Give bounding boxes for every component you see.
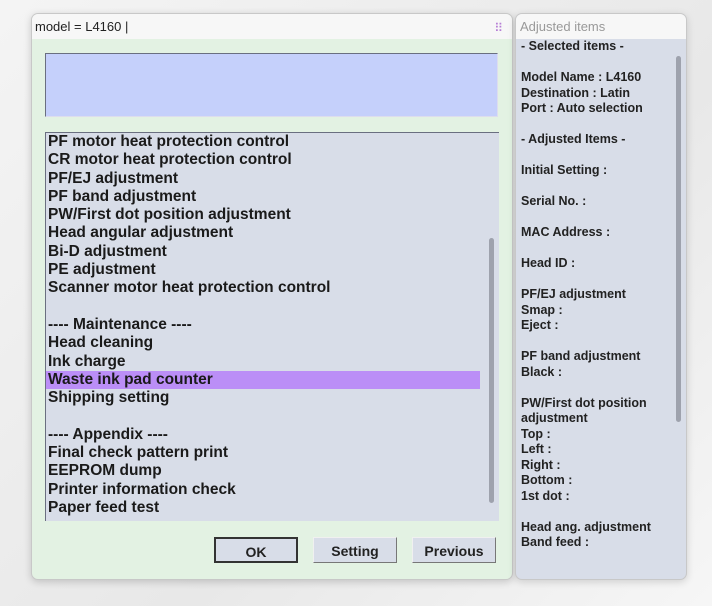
panel-line: Eject : [521,318,559,332]
panel-line: Top : [521,426,551,441]
panel-line: Right : [521,457,561,472]
ok-button[interactable]: OK [214,537,298,563]
panel-line [521,148,651,164]
previous-button[interactable]: Previous [412,537,496,563]
list-item[interactable]: PF motor heat protection control [46,133,478,151]
panel-line: MAC Address : [521,225,611,239]
list-item[interactable]: Bi-D adjustment [46,243,478,261]
panel-line: PF band adjustment [521,349,641,363]
panel-line [521,55,651,71]
panel-line: - Adjusted Items - [521,132,626,146]
list-item[interactable]: PF band adjustment [46,188,478,206]
list-item[interactable]: Scanner motor heat protection control [46,279,478,297]
list-item[interactable]: Head angular adjustment [46,224,478,242]
list-item[interactable]: PE adjustment [46,261,478,279]
window-title: model = L4160 | [35,19,129,34]
panel-line [521,179,651,195]
adjusted-items-panel: Adjusted items - Selected items - Model N… [515,13,687,580]
panel-line: - Selected items - [521,39,624,53]
panel-line [521,272,651,288]
list-item: ---- Maintenance ---- [48,315,192,333]
panel-line: Port : Auto selection [521,101,643,115]
panel-line: Black : [521,364,562,379]
list-item: ---- Appendix ---- [48,425,168,443]
list-item[interactable]: CR motor heat protection control [46,151,478,169]
panel-line: Smap : [521,302,563,317]
panel-line [521,117,651,133]
list-item[interactable]: Waste ink pad counter [46,370,480,390]
panel-line: Model Name : L4160 [521,70,642,84]
list-item[interactable]: Paper feed test [46,499,478,517]
panel-line: 1st dot : [521,488,570,503]
panel-line: Initial Setting : [521,163,608,177]
list-item[interactable]: Ink charge [46,353,478,371]
panel-line: Head ang. adjustment [521,519,651,534]
panel-line [521,241,651,257]
panel-line [521,334,651,350]
panel-line: Head ID : [521,256,576,270]
list-item[interactable]: PF/EJ adjustment [46,170,478,188]
panel-line: PF/EJ adjustment [521,287,626,301]
main-window: model = L4160 | ⠿ PF motor heat protecti… [31,13,513,580]
panel-line: Band feed : [521,535,590,549]
title-bar: model = L4160 | ⠿ [32,14,512,39]
message-box [45,53,498,117]
list-scrollbar[interactable] [489,238,494,503]
setting-button[interactable]: Setting [313,537,397,563]
panel-line: PW/First dot position [521,395,647,410]
panel-line: adjustment [521,411,588,425]
function-list[interactable]: PF motor heat protection control CR motor… [45,132,499,521]
panel-line [521,380,651,396]
list-item[interactable]: EEPROM dump [46,462,478,480]
panel-scrollbar[interactable] [676,56,681,422]
panel-line: Serial No. : [521,194,587,208]
list-item[interactable]: PW/First dot position adjustment [46,206,478,224]
list-item[interactable]: Final check pattern print [46,444,478,462]
grid-dots-icon[interactable]: ⠿ [494,16,503,41]
adjusted-items-text: - Selected items - Model Name : L4160 Dest… [521,39,651,551]
panel-line [521,504,651,520]
list-item[interactable]: Shipping setting [46,389,478,407]
panel-line: Destination : Latin [521,85,631,100]
list-item[interactable]: Printer information check [46,481,478,499]
list-item[interactable]: Head cleaning [46,334,478,352]
panel-line: Bottom : [521,473,573,487]
panel-line [521,210,651,226]
panel-title: Adjusted items [516,14,686,39]
panel-line: Left : [521,442,552,456]
